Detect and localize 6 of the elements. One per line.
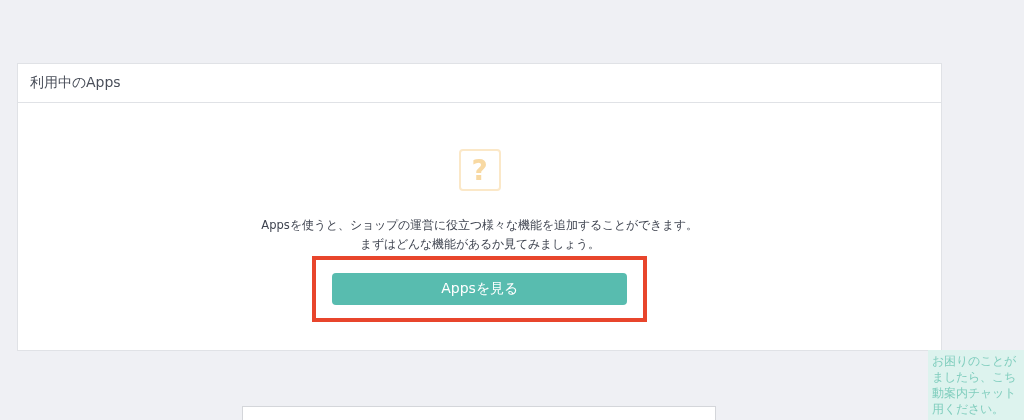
description-text: Appsを使うと、ショップの運営に役立つ様々な機能を追加することができます。	[261, 217, 698, 233]
question-icon: ?	[458, 149, 501, 191]
panel-title: 利用中のApps	[30, 74, 121, 92]
view-apps-button[interactable]: Appsを見る	[332, 273, 627, 305]
chat-bubble[interactable]: お困りのことが ましたら、こち 動案内チャット 用ください。	[928, 350, 1024, 420]
description-text: まずはどんな機能があるか見てみましょう。	[359, 236, 600, 252]
